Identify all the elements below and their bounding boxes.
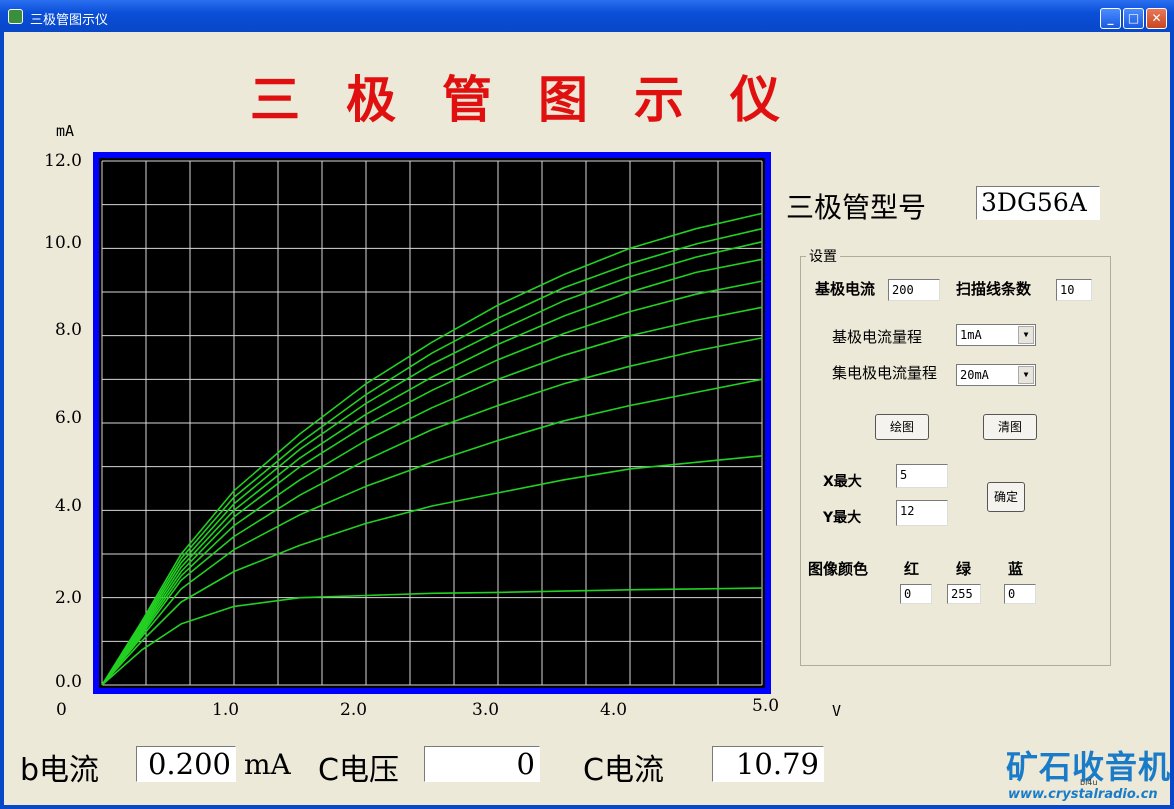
green-input[interactable]: 255: [947, 584, 981, 604]
minimize-button[interactable]: _: [1100, 8, 1121, 29]
x-tick-label: 5.0: [752, 696, 780, 716]
base-current-label: 基极电流: [815, 280, 876, 298]
c-voltage-value: 0: [424, 746, 540, 782]
color-label: 图像颜色: [808, 560, 869, 578]
xmax-label: X最大: [823, 474, 862, 490]
x-tick-label: 0: [56, 700, 67, 720]
base-current-input[interactable]: 200: [888, 279, 940, 301]
minimize-icon: _: [1107, 11, 1114, 25]
watermark-tag: bi4u: [1080, 778, 1098, 787]
model-label: 三极管型号: [786, 191, 927, 224]
b-current-label: b电流: [20, 753, 100, 788]
base-range-select[interactable]: 1mA ▼: [956, 324, 1036, 346]
chevron-down-icon[interactable]: ▼: [1018, 326, 1034, 344]
collector-range-label: 集电极电流量程: [832, 364, 938, 382]
collector-range-value: 20mA: [960, 368, 989, 382]
characteristic-chart: [93, 152, 771, 694]
settings-group-title: 设置: [806, 246, 840, 266]
clear-button[interactable]: 清图: [983, 414, 1037, 440]
scan-lines-input[interactable]: 10: [1056, 279, 1092, 301]
settings-group: [800, 256, 1111, 666]
red-input[interactable]: 0: [900, 584, 932, 604]
maximize-button[interactable]: □: [1123, 8, 1144, 29]
ymax-label: Y最大: [823, 510, 862, 526]
base-range-label: 基极电流量程: [832, 328, 923, 346]
ymax-input[interactable]: 12: [896, 500, 948, 526]
c-current-label: C电流: [583, 753, 664, 788]
x-tick-label: 4.0: [600, 700, 628, 720]
close-icon: ✕: [1151, 11, 1162, 25]
collector-range-select[interactable]: 20mA ▼: [956, 364, 1036, 386]
app-icon: [8, 9, 23, 24]
window-title: 三极管图示仪: [30, 13, 109, 28]
x-tick-label: 3.0: [472, 700, 500, 720]
y-tick-label: 4.0: [54, 496, 82, 516]
y-tick-label: 6.0: [54, 408, 82, 428]
x-axis-unit: V: [832, 702, 842, 720]
maximize-icon: □: [1127, 11, 1140, 25]
b-current-unit: mA: [244, 748, 291, 781]
y-tick-label: 0.0: [54, 672, 82, 692]
blue-label: 蓝: [1008, 560, 1024, 578]
model-input[interactable]: 3DG56A: [976, 186, 1100, 220]
y-axis-unit: mA: [56, 122, 75, 140]
blue-input[interactable]: 0: [1004, 584, 1036, 604]
y-tick-label: 2.0: [54, 588, 82, 608]
base-range-value: 1mA: [960, 328, 982, 342]
c-current-value: 10.79: [712, 746, 824, 782]
draw-button[interactable]: 绘图: [875, 414, 929, 440]
close-button[interactable]: ✕: [1146, 8, 1167, 29]
y-tick-label: 8.0: [54, 320, 82, 340]
app-heading: 三极管图示仪: [250, 70, 826, 129]
y-tick-label: 10.0: [44, 233, 82, 253]
c-voltage-label: C电压: [318, 753, 399, 788]
xmax-input[interactable]: 5: [896, 464, 948, 488]
x-tick-label: 2.0: [340, 700, 368, 720]
y-tick-label: 12.0: [44, 151, 82, 171]
b-current-value: 0.200: [136, 746, 236, 782]
chevron-down-icon[interactable]: ▼: [1018, 366, 1034, 384]
title-bar: 三极管图示仪 _ □ ✕: [0, 0, 1174, 32]
scan-lines-label: 扫描线条数: [956, 280, 1032, 298]
green-label: 绿: [956, 560, 972, 578]
red-label: 红: [904, 560, 920, 578]
x-tick-label: 1.0: [212, 700, 240, 720]
confirm-button[interactable]: 确定: [987, 482, 1025, 512]
watermark-url: www.crystalradio.cn: [1008, 787, 1158, 802]
